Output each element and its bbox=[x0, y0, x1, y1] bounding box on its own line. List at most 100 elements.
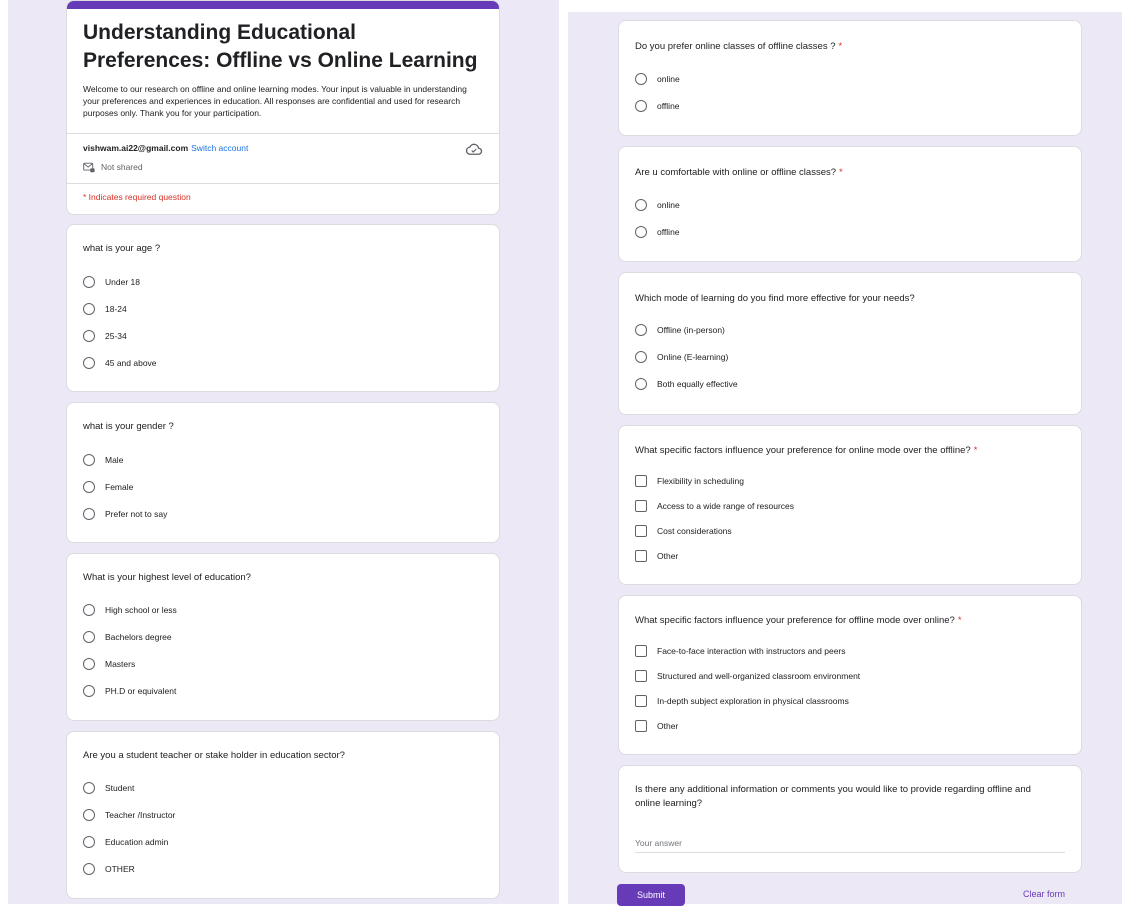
radio-option-masters[interactable]: Masters bbox=[83, 656, 135, 672]
radio-button[interactable] bbox=[635, 199, 647, 211]
comments-answer-input[interactable] bbox=[635, 836, 1065, 853]
option-label: OTHER bbox=[105, 864, 135, 874]
radio-button[interactable] bbox=[83, 276, 95, 288]
option-label: High school or less bbox=[105, 605, 177, 615]
question-card-education: What is your highest level of education?… bbox=[66, 553, 500, 721]
question-title: What specific factors influence your pre… bbox=[635, 445, 978, 456]
option-label: Flexibility in scheduling bbox=[657, 476, 744, 486]
submit-button[interactable]: Submit bbox=[617, 884, 685, 906]
radio-option-teacher[interactable]: Teacher /Instructor bbox=[83, 807, 175, 823]
option-label: Female bbox=[105, 482, 134, 492]
radio-option-other[interactable]: OTHER bbox=[83, 861, 135, 877]
checkbox-option-flexibility[interactable]: Flexibility in scheduling bbox=[635, 473, 744, 489]
checkbox-option-other[interactable]: Other bbox=[635, 718, 678, 734]
required-asterisk: * bbox=[838, 41, 843, 52]
checkbox[interactable] bbox=[635, 500, 647, 512]
option-label: Online (E-learning) bbox=[657, 352, 729, 362]
radio-option-online[interactable]: online bbox=[635, 71, 680, 87]
radio-option-high-school[interactable]: High school or less bbox=[83, 602, 177, 618]
option-label: Bachelors degree bbox=[105, 632, 172, 642]
checkbox[interactable] bbox=[635, 670, 647, 682]
radio-button[interactable] bbox=[83, 631, 95, 643]
question-title: Is there any additional information or c… bbox=[635, 784, 1031, 809]
question-title: Which mode of learning do you find more … bbox=[635, 293, 915, 304]
radio-button[interactable] bbox=[83, 330, 95, 342]
option-label: Male bbox=[105, 455, 124, 465]
radio-option-prefer-not[interactable]: Prefer not to say bbox=[83, 506, 167, 522]
right-form-panel: Do you prefer online classes of offline … bbox=[568, 12, 1122, 906]
radio-button[interactable] bbox=[635, 73, 647, 85]
switch-account-link[interactable]: Switch account bbox=[191, 143, 248, 153]
form-description: Welcome to our research on offline and o… bbox=[83, 84, 467, 118]
radio-option-student[interactable]: Student bbox=[83, 780, 134, 796]
checkbox-option-cost[interactable]: Cost considerations bbox=[635, 523, 732, 539]
question-title: What specific factors influence your pre… bbox=[635, 615, 962, 626]
radio-button[interactable] bbox=[83, 303, 95, 315]
radio-option-45-above[interactable]: 45 and above bbox=[83, 355, 157, 371]
option-label: Other bbox=[657, 551, 679, 561]
question-card-effective: Which mode of learning do you find more … bbox=[618, 272, 1082, 415]
option-label: Structured and well-organized classroom … bbox=[657, 671, 861, 681]
radio-option-admin[interactable]: Education admin bbox=[83, 834, 168, 850]
radio-button[interactable] bbox=[83, 508, 95, 520]
form-title: Understanding Educational Preferences: O… bbox=[83, 21, 478, 72]
radio-option-both[interactable]: Both equally effective bbox=[635, 376, 738, 392]
radio-option-25-34[interactable]: 25-34 bbox=[83, 328, 127, 344]
required-asterisk: * bbox=[957, 615, 962, 626]
question-title: What is your highest level of education? bbox=[83, 572, 251, 583]
radio-option-phd[interactable]: PH.D or equivalent bbox=[83, 683, 176, 699]
radio-button[interactable] bbox=[83, 685, 95, 697]
checkbox[interactable] bbox=[635, 695, 647, 707]
radio-option-offline[interactable]: offline bbox=[635, 224, 680, 240]
checkbox-option-structured[interactable]: Structured and well-organized classroom … bbox=[635, 668, 860, 684]
radio-button[interactable] bbox=[635, 351, 647, 363]
radio-button[interactable] bbox=[83, 836, 95, 848]
question-card-comfortable: Are u comfortable with online or offline… bbox=[618, 146, 1082, 262]
radio-button[interactable] bbox=[83, 357, 95, 369]
radio-button[interactable] bbox=[83, 454, 95, 466]
option-label: Student bbox=[105, 783, 135, 793]
radio-option-online[interactable]: online bbox=[635, 197, 680, 213]
radio-option-online-e-learning[interactable]: Online (E-learning) bbox=[635, 349, 728, 365]
option-label: offline bbox=[657, 101, 680, 111]
left-form-panel: Understanding Educational Preferences: O… bbox=[8, 0, 559, 904]
option-label: Masters bbox=[105, 659, 136, 669]
radio-option-bachelors[interactable]: Bachelors degree bbox=[83, 629, 172, 645]
question-title: Are u comfortable with online or offline… bbox=[635, 167, 843, 178]
option-label: Face-to-face interaction with instructor… bbox=[657, 646, 846, 656]
divider bbox=[67, 183, 499, 184]
radio-option-male[interactable]: Male bbox=[83, 452, 123, 468]
checkbox-option-other[interactable]: Other bbox=[635, 548, 678, 564]
radio-button[interactable] bbox=[83, 481, 95, 493]
checkbox[interactable] bbox=[635, 550, 647, 562]
radio-button[interactable] bbox=[635, 226, 647, 238]
radio-option-offline-in-person[interactable]: Offline (in-person) bbox=[635, 322, 725, 338]
radio-button[interactable] bbox=[83, 863, 95, 875]
radio-option-under-18[interactable]: Under 18 bbox=[83, 274, 140, 290]
checkbox[interactable] bbox=[635, 720, 647, 732]
checkbox-option-in-depth[interactable]: In-depth subject exploration in physical… bbox=[635, 693, 849, 709]
radio-button[interactable] bbox=[635, 378, 647, 390]
question-title: what is your age ? bbox=[83, 243, 161, 254]
checkbox[interactable] bbox=[635, 645, 647, 657]
option-label: 45 and above bbox=[105, 358, 157, 368]
question-title: what is your gender ? bbox=[83, 421, 174, 432]
checkbox[interactable] bbox=[635, 525, 647, 537]
radio-button[interactable] bbox=[83, 782, 95, 794]
radio-button[interactable] bbox=[83, 658, 95, 670]
question-card-online-factors: What specific factors influence your pre… bbox=[618, 425, 1082, 585]
radio-button[interactable] bbox=[635, 324, 647, 336]
checkbox-option-resources[interactable]: Access to a wide range of resources bbox=[635, 498, 794, 514]
radio-button[interactable] bbox=[635, 100, 647, 112]
option-label: 25-34 bbox=[105, 331, 127, 341]
required-note: * Indicates required question bbox=[83, 192, 191, 202]
required-asterisk: * bbox=[973, 445, 978, 456]
radio-button[interactable] bbox=[83, 604, 95, 616]
radio-option-offline[interactable]: offline bbox=[635, 98, 680, 114]
radio-option-18-24[interactable]: 18-24 bbox=[83, 301, 127, 317]
checkbox-option-face-to-face[interactable]: Face-to-face interaction with instructor… bbox=[635, 643, 846, 659]
radio-option-female[interactable]: Female bbox=[83, 479, 133, 495]
radio-button[interactable] bbox=[83, 809, 95, 821]
clear-form-link[interactable]: Clear form bbox=[1023, 889, 1065, 899]
checkbox[interactable] bbox=[635, 475, 647, 487]
